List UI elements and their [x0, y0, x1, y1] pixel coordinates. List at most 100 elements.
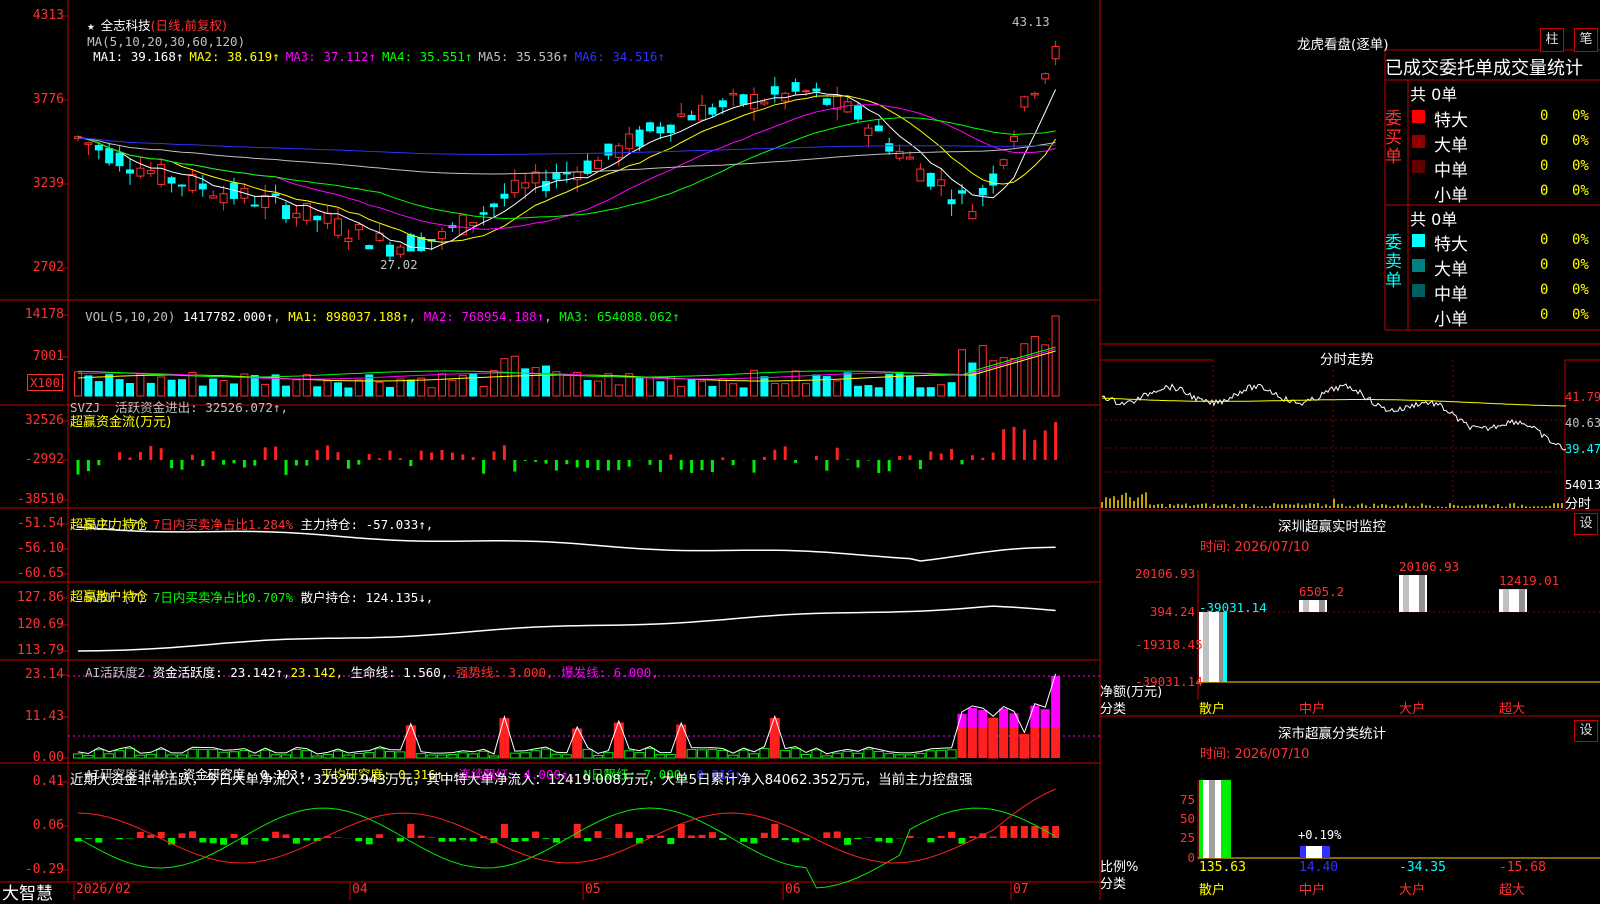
- volume-bar: [219, 379, 228, 397]
- candle-body: [739, 94, 748, 105]
- svzl-subtitle: 超赢主力持仓: [70, 518, 149, 533]
- row-percent: 0%: [1572, 158, 1589, 174]
- candle-body: [500, 193, 509, 199]
- volume-bar: [126, 382, 134, 397]
- candle-body: [344, 237, 353, 242]
- candle-body: [365, 245, 374, 250]
- y-tick-label: 7001: [32, 349, 64, 364]
- tab-bar-chart[interactable]: 柱: [1540, 28, 1564, 52]
- y-tick-label: -51.54: [17, 516, 64, 531]
- stats-value-label: -34.35: [1399, 860, 1446, 875]
- activity-bar: [884, 753, 895, 759]
- ma-line-6: [77, 137, 1056, 156]
- activity-bar: [1019, 734, 1030, 759]
- volume-bar: [531, 367, 540, 397]
- stats-category: 大户: [1399, 883, 1426, 898]
- intraday-title: 分时走势: [1320, 352, 1374, 368]
- row-color-swatch: [1412, 234, 1425, 247]
- volume-bar: [406, 379, 415, 397]
- y-tick-label: 120.69: [17, 617, 64, 632]
- candle-body: [1051, 45, 1060, 60]
- ai-active-value2: 23.142,: [290, 665, 344, 680]
- activity-bar: [1051, 728, 1061, 758]
- activity-bar: [957, 728, 967, 758]
- activity-bar: [978, 728, 988, 758]
- candle-body: [770, 86, 779, 95]
- candle-body: [625, 133, 634, 150]
- date-label: 2026/02: [76, 882, 131, 897]
- stats-y-tick: 50: [1179, 811, 1195, 826]
- row-label: 特大: [1434, 111, 1468, 131]
- sell-side-label: 委卖单: [1385, 233, 1402, 291]
- volume-bar: [594, 380, 602, 397]
- volume-bar: [167, 379, 176, 397]
- volume-bar: [874, 387, 883, 397]
- volume-bar: [74, 371, 82, 397]
- monitor-bar-shade: [1319, 600, 1325, 612]
- candle-body: [282, 205, 290, 220]
- ai-research-note: 近期大资金非常活跃，今日大单净流入：32525.943万元，其中特大单净流入：1…: [70, 772, 973, 788]
- volume-bar: [323, 380, 332, 397]
- activity-bar: [1009, 728, 1019, 758]
- candle-body: [396, 246, 405, 255]
- candle-body: [874, 125, 883, 132]
- favorite-star-icon[interactable]: ★: [87, 18, 95, 33]
- activity-bar: [863, 748, 874, 759]
- volume-bar: [646, 376, 654, 397]
- y-tick-label: 0.00: [32, 750, 64, 765]
- stats-time: 时间: 2026/07/10: [1200, 747, 1310, 762]
- volume-bar: [479, 385, 488, 397]
- volume-bar: [864, 385, 873, 397]
- monitor-bar-shade: [1519, 589, 1525, 612]
- volume-bar: [812, 374, 821, 397]
- activity-bar: [842, 750, 853, 759]
- volume-bar: [438, 373, 446, 397]
- volume-bar: [937, 384, 946, 397]
- candle-body: [1041, 73, 1050, 80]
- volume-bar: [770, 383, 779, 397]
- svsh-ratio: 7日内买卖净占比0.707%: [152, 590, 293, 605]
- y-tick-label: -60.65: [17, 566, 64, 581]
- row-label: 大单: [1434, 136, 1468, 156]
- candle-body: [958, 190, 966, 194]
- monitor-settings-button[interactable]: 设: [1574, 513, 1598, 535]
- tab-tick[interactable]: 笔: [1574, 28, 1598, 52]
- volume-bar: [417, 377, 426, 397]
- svsh-subtitle: 超赢散户持仓: [70, 590, 149, 605]
- activity-bar: [811, 749, 822, 759]
- candle-body: [822, 98, 831, 105]
- activity-bar: [759, 748, 770, 759]
- candle-body: [354, 224, 363, 231]
- activity-line: [77, 673, 1057, 755]
- dragon-tiger-title: 龙虎看盘(逐单): [1297, 37, 1389, 53]
- monitor-title: 深圳超赢实时监控: [1278, 519, 1386, 535]
- candle-body: [594, 159, 602, 169]
- y-tick-label: -2992: [24, 452, 64, 467]
- volume-bar: [802, 383, 810, 397]
- candle-body: [1020, 96, 1029, 108]
- row-label: 小单: [1434, 186, 1468, 206]
- row-count: 0: [1540, 232, 1549, 248]
- candle-body: [250, 204, 259, 207]
- volume-bar: [1020, 343, 1029, 397]
- candle-body: [687, 114, 696, 121]
- volume-bar: [906, 375, 914, 397]
- stats-settings-button[interactable]: 设: [1574, 720, 1598, 742]
- candle-body: [84, 142, 93, 145]
- candle-body: [635, 129, 644, 147]
- vol-unit-button[interactable]: X100: [27, 374, 64, 391]
- activity-bar: [946, 749, 957, 759]
- row-label: 小单: [1434, 310, 1468, 330]
- candle-body: [105, 148, 114, 164]
- brand-logo: 大智慧: [2, 884, 53, 904]
- volume-bar: [178, 379, 186, 397]
- activity-bar: [1040, 728, 1050, 758]
- volume-bar: [94, 381, 103, 397]
- order-stats-header: 已成交委托单成交量统计: [1385, 58, 1583, 79]
- row-percent: 0%: [1572, 282, 1589, 298]
- row-label: 中单: [1434, 161, 1468, 181]
- monitor-y-tick: -19318.45: [1135, 637, 1203, 652]
- candle-body: [313, 215, 322, 221]
- candle-body: [94, 145, 103, 151]
- monitor-category: 大户: [1399, 702, 1426, 717]
